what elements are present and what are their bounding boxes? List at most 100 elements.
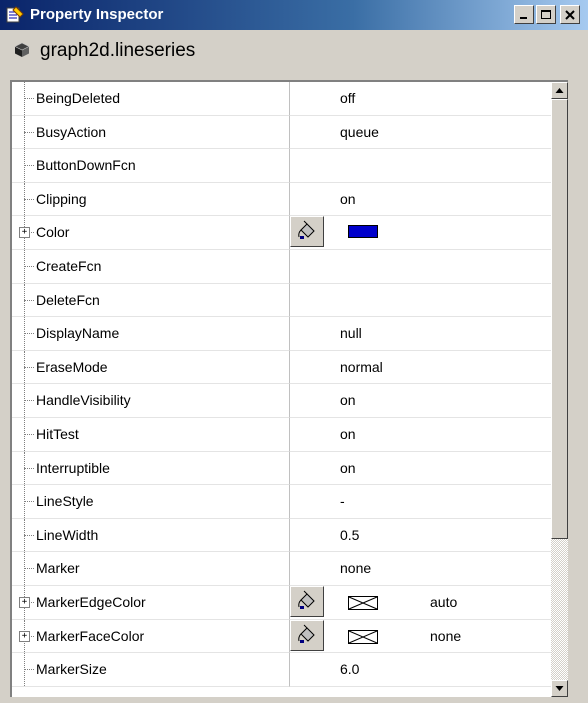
close-button[interactable]	[560, 5, 580, 24]
paint-bucket-icon	[298, 590, 315, 609]
property-value-cell[interactable]	[290, 149, 568, 183]
property-value-cell[interactable]	[290, 216, 568, 250]
property-value[interactable]: 6.0	[340, 661, 359, 677]
property-value: none	[340, 560, 372, 577]
color-picker-button[interactable]	[290, 619, 324, 651]
property-row-hittest[interactable]: HitTest on	[12, 418, 568, 452]
property-value-cell[interactable]: queue	[290, 116, 568, 150]
property-row-markerfacecolor[interactable]: + MarkerFaceColor none	[12, 619, 568, 654]
property-grid[interactable]: MarkerSize 6.0 + MarkerFaceColor none + Marker…	[10, 80, 568, 697]
property-value: on	[340, 459, 356, 476]
property-row-beingdeleted[interactable]: BeingDeleted off	[12, 82, 568, 116]
tree-connector	[24, 467, 34, 469]
paint-bucket-icon	[298, 624, 315, 643]
property-value-cell[interactable]	[290, 250, 568, 284]
property-name-cell[interactable]: CreateFcn	[12, 250, 290, 284]
property-value-cell[interactable]: 6.0	[290, 653, 568, 687]
expand-icon[interactable]: +	[19, 630, 30, 642]
property-name: CreateFcn	[36, 258, 102, 274]
property-value-cell[interactable]: on	[290, 452, 568, 486]
property-value: normal	[340, 358, 383, 375]
scroll-up-button[interactable]	[551, 82, 568, 99]
property-row-interruptible[interactable]: Interruptible on	[12, 451, 568, 486]
property-name: DeleteFcn	[36, 291, 100, 308]
vertical-scrollbar[interactable]	[551, 82, 568, 697]
no-color-icon	[348, 629, 378, 644]
tree-connector	[24, 501, 34, 503]
property-name: BeingDeleted	[36, 90, 121, 106]
property-name-cell[interactable]: MarkerSize	[12, 653, 290, 687]
property-value-cell[interactable]: null	[290, 317, 568, 351]
property-name-cell[interactable]: EraseMode	[12, 350, 290, 385]
property-value-cell[interactable]: on	[290, 183, 568, 217]
property-name: Marker	[36, 560, 80, 577]
maximize-icon	[541, 10, 551, 19]
property-name-cell[interactable]: HitTest	[12, 418, 290, 452]
tree-connector	[24, 98, 34, 99]
property-row-marker[interactable]: Marker none	[12, 552, 568, 586]
property-row-markersize[interactable]: MarkerSize 6.0	[12, 653, 568, 687]
property-row-displayname[interactable]: DisplayName null	[12, 317, 568, 351]
tree-connector	[24, 669, 34, 671]
color-swatch	[348, 225, 378, 239]
property-name: MarkerFaceColor	[36, 627, 145, 644]
property-value-cell[interactable]: on	[290, 384, 568, 418]
color-picker-button[interactable]	[290, 216, 324, 248]
property-value: on	[340, 426, 356, 442]
paint-bucket-icon	[298, 221, 315, 240]
property-name-cell[interactable]: LineWidth	[12, 518, 290, 553]
property-row-color[interactable]: + Color	[12, 216, 568, 250]
property-value-cell[interactable]: normal	[290, 351, 568, 385]
property-name: MarkerEdgeColor	[36, 594, 146, 610]
scroll-track[interactable]	[551, 539, 568, 680]
property-value: auto	[430, 594, 458, 610]
property-row-deletefcn[interactable]: DeleteFcn	[12, 283, 568, 318]
property-value: on	[340, 190, 356, 207]
expand-icon[interactable]: +	[19, 597, 30, 608]
property-name-cell[interactable]: Marker	[12, 552, 290, 586]
property-name-cell[interactable]: ButtonDownFcn	[12, 149, 290, 183]
property-value-cell[interactable]: auto	[290, 586, 568, 620]
maximize-button[interactable]	[536, 5, 556, 24]
property-name: LineStyle	[36, 493, 94, 510]
expand-icon[interactable]: +	[19, 227, 30, 239]
property-value-cell[interactable]: none	[290, 552, 568, 586]
property-name: EraseMode	[36, 358, 108, 375]
property-value-cell[interactable]: on	[290, 418, 568, 452]
property-name-cell[interactable]: DeleteFcn	[12, 283, 290, 318]
property-row-linewidth[interactable]: LineWidth 0.5	[12, 518, 568, 553]
property-value[interactable]: 0.5	[340, 527, 359, 543]
property-value-cell[interactable]: off	[290, 82, 568, 116]
property-row-markeredgecolor[interactable]: + MarkerEdgeColor auto	[12, 586, 568, 620]
property-name-cell[interactable]: + Color	[12, 216, 290, 250]
property-name: LineWidth	[36, 526, 99, 543]
color-picker-button[interactable]	[290, 586, 324, 617]
property-value-cell[interactable]	[290, 284, 568, 318]
property-value-cell[interactable]: 0.5	[290, 519, 568, 553]
title-bar[interactable]: Property Inspector	[0, 0, 588, 30]
property-row-erasemode[interactable]: EraseMode normal	[12, 350, 568, 385]
property-value-cell[interactable]: none	[290, 619, 568, 654]
property-name-cell[interactable]: HandleVisibility	[12, 384, 290, 418]
property-name-cell[interactable]: Interruptible	[12, 451, 290, 486]
property-value[interactable]: null	[340, 325, 362, 341]
property-row-busyaction[interactable]: BusyAction queue	[12, 115, 568, 150]
minimize-button[interactable]	[514, 5, 534, 24]
property-name-cell[interactable]: DisplayName	[12, 317, 290, 351]
property-value-cell[interactable]: -	[290, 485, 568, 519]
property-row-linestyle[interactable]: LineStyle -	[12, 485, 568, 519]
property-name-cell[interactable]: Clipping	[12, 182, 290, 217]
property-name-cell[interactable]: + MarkerFaceColor	[12, 619, 290, 654]
scroll-down-button[interactable]	[551, 680, 568, 697]
window-title: Property Inspector	[30, 6, 164, 23]
property-row-createfcn[interactable]: CreateFcn	[12, 250, 568, 284]
property-value: queue	[340, 123, 379, 140]
property-row-handlevisibility[interactable]: HandleVisibility on	[12, 384, 568, 418]
property-name-cell[interactable]: BeingDeleted	[12, 82, 290, 116]
property-row-clipping[interactable]: Clipping on	[12, 182, 568, 217]
scroll-thumb[interactable]	[551, 99, 568, 539]
property-name-cell[interactable]: LineStyle	[12, 485, 290, 519]
property-name-cell[interactable]: BusyAction	[12, 115, 290, 150]
property-row-buttondownfcn[interactable]: ButtonDownFcn	[12, 149, 568, 183]
property-name-cell[interactable]: + MarkerEdgeColor	[12, 586, 290, 620]
